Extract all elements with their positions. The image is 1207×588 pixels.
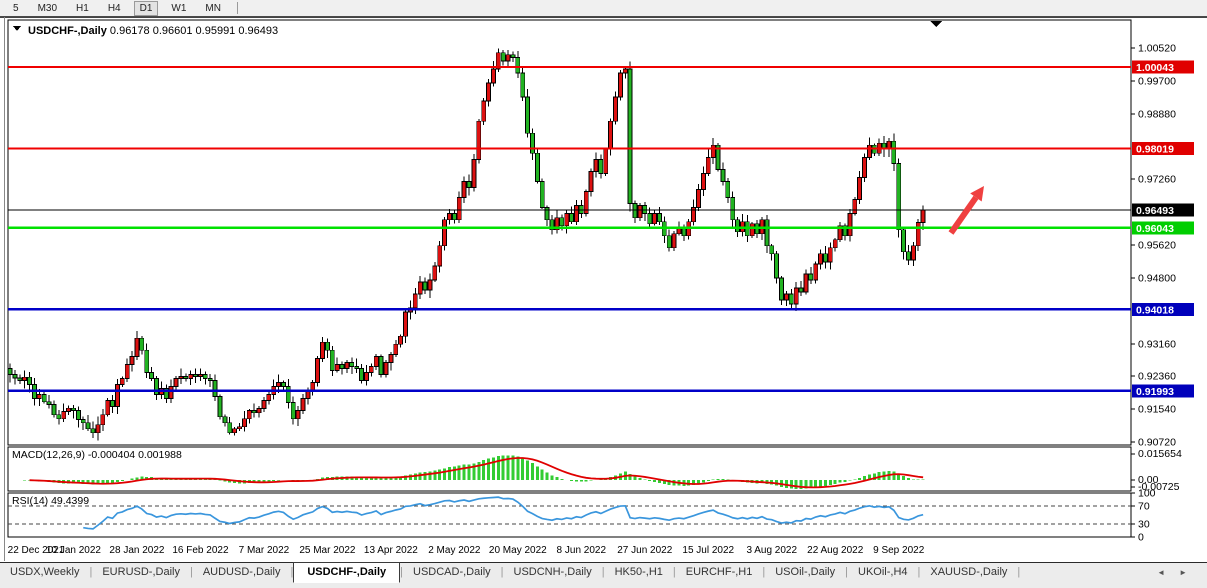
tab-scroll-right-icon[interactable]: ► bbox=[1179, 568, 1201, 577]
macd-label: MACD(12,26,9) -0.000404 0.001988 bbox=[12, 449, 182, 461]
tab-eurchf-h1[interactable]: EURCHF-,H1 bbox=[676, 563, 763, 582]
chart-title: USDCHF-,Daily 0.96178 0.96601 0.95991 0.… bbox=[28, 25, 278, 37]
date-axis-label: 9 Sep 2022 bbox=[873, 545, 925, 556]
tab-audusd-daily[interactable]: AUDUSD-,Daily bbox=[193, 563, 291, 582]
price-axis-label: 0.99700 bbox=[1138, 75, 1176, 87]
toolbar-separator bbox=[237, 2, 238, 14]
date-axis-label: 28 Jan 2022 bbox=[109, 545, 164, 556]
timeframe-button-D1[interactable]: D1 bbox=[134, 1, 159, 16]
trading-app-window: 5 M30 H1 H4 D1 W1 MN 1.00043 0.98019 0.96493 0.96… bbox=[0, 0, 1207, 588]
date-axis-label: 8 Jun 2022 bbox=[557, 545, 607, 556]
date-axis-label: 13 Apr 2022 bbox=[364, 545, 418, 556]
svg-text:100: 100 bbox=[1138, 488, 1156, 500]
price-axis-label: 0.97260 bbox=[1138, 174, 1176, 186]
svg-text:30: 30 bbox=[1138, 518, 1150, 530]
timeframe-button-H1[interactable]: H1 bbox=[70, 1, 95, 16]
tab-ukoil-h4[interactable]: UKOil-,H4 bbox=[848, 563, 918, 582]
svg-text:0.96043: 0.96043 bbox=[1136, 223, 1174, 235]
timeframe-buttons: 5 M30 H1 H4 D1 W1 MN bbox=[0, 1, 227, 16]
price-axis-label: 1.00520 bbox=[1138, 43, 1176, 55]
timeframe-toolbar: 5 M30 H1 H4 D1 W1 MN bbox=[0, 0, 1207, 17]
chart-svg[interactable]: 1.00043 0.98019 0.96493 0.96043 0.94018 0.919… bbox=[0, 17, 1207, 562]
date-axis-label: 2 May 2022 bbox=[428, 545, 481, 556]
tab-scroll-left-icon[interactable]: ◄ bbox=[1157, 568, 1179, 577]
date-axis-label: 27 Jun 2022 bbox=[617, 545, 672, 556]
tab-scroll-arrows: ◄► bbox=[1157, 568, 1201, 577]
timeframe-button-M30[interactable]: M30 bbox=[32, 1, 63, 16]
price-axis-label: 0.94800 bbox=[1138, 272, 1176, 284]
symbol-tabs: USDX,Weekly|EURUSD-,Daily|AUDUSD-,Daily|… bbox=[0, 563, 1020, 583]
price-axis-label: 0.91540 bbox=[1138, 404, 1176, 416]
price-axis-label: 0.93160 bbox=[1138, 338, 1176, 350]
price-axis-label: 0.92360 bbox=[1138, 371, 1176, 383]
tab-eurusd-daily[interactable]: EURUSD-,Daily bbox=[92, 563, 190, 582]
date-axis-label: 16 Feb 2022 bbox=[172, 545, 229, 556]
svg-text:70: 70 bbox=[1138, 501, 1150, 513]
date-axis-label: 15 Jul 2022 bbox=[682, 545, 734, 556]
tab-separator: | bbox=[1017, 563, 1020, 578]
svg-text:0: 0 bbox=[1138, 532, 1144, 544]
timeframe-button-W1[interactable]: W1 bbox=[165, 1, 192, 16]
svg-text:0.94018: 0.94018 bbox=[1136, 304, 1174, 316]
date-axis-label: 25 Mar 2022 bbox=[299, 545, 356, 556]
tab-usdchf-daily[interactable]: USDCHF-,Daily bbox=[293, 562, 400, 583]
tab-usdcad-daily[interactable]: USDCAD-,Daily bbox=[403, 563, 501, 582]
price-axis-label: 0.95620 bbox=[1138, 239, 1176, 251]
tab-hk50-h1[interactable]: HK50-,H1 bbox=[605, 563, 673, 582]
svg-text:0.015654: 0.015654 bbox=[1138, 448, 1182, 460]
tab-usdx-weekly[interactable]: USDX,Weekly bbox=[0, 563, 89, 582]
price-axis-label: 0.90720 bbox=[1138, 436, 1176, 448]
svg-text:0.98019: 0.98019 bbox=[1136, 144, 1174, 156]
svg-text:1.00043: 1.00043 bbox=[1136, 62, 1174, 74]
date-axis-label: 22 Aug 2022 bbox=[807, 545, 864, 556]
timeframe-button-5[interactable]: 5 bbox=[7, 1, 25, 16]
price-axis-label: 0.98880 bbox=[1138, 108, 1176, 120]
tab-usdcnh-daily[interactable]: USDCNH-,Daily bbox=[504, 563, 602, 582]
date-axis-label: 20 May 2022 bbox=[489, 545, 547, 556]
tab-usoil-daily[interactable]: USOil-,Daily bbox=[765, 563, 845, 582]
svg-text:0.96493: 0.96493 bbox=[1136, 205, 1174, 217]
price-pane[interactable] bbox=[8, 20, 1131, 445]
timeframe-button-MN[interactable]: MN bbox=[199, 1, 227, 16]
date-axis-label: 7 Mar 2022 bbox=[239, 545, 290, 556]
symbol-tab-bar: USDX,Weekly|EURUSD-,Daily|AUDUSD-,Daily|… bbox=[0, 562, 1207, 588]
tab-xauusd-daily[interactable]: XAUUSD-,Daily bbox=[920, 563, 1017, 582]
date-axis-label: 3 Aug 2022 bbox=[746, 545, 797, 556]
timeframe-button-H4[interactable]: H4 bbox=[102, 1, 127, 16]
rsi-label: RSI(14) 49.4399 bbox=[12, 495, 89, 507]
rsi-pane[interactable] bbox=[8, 493, 1131, 537]
svg-text:0.91993: 0.91993 bbox=[1136, 386, 1174, 398]
date-axis-label: 10 Jan 2022 bbox=[46, 545, 101, 556]
